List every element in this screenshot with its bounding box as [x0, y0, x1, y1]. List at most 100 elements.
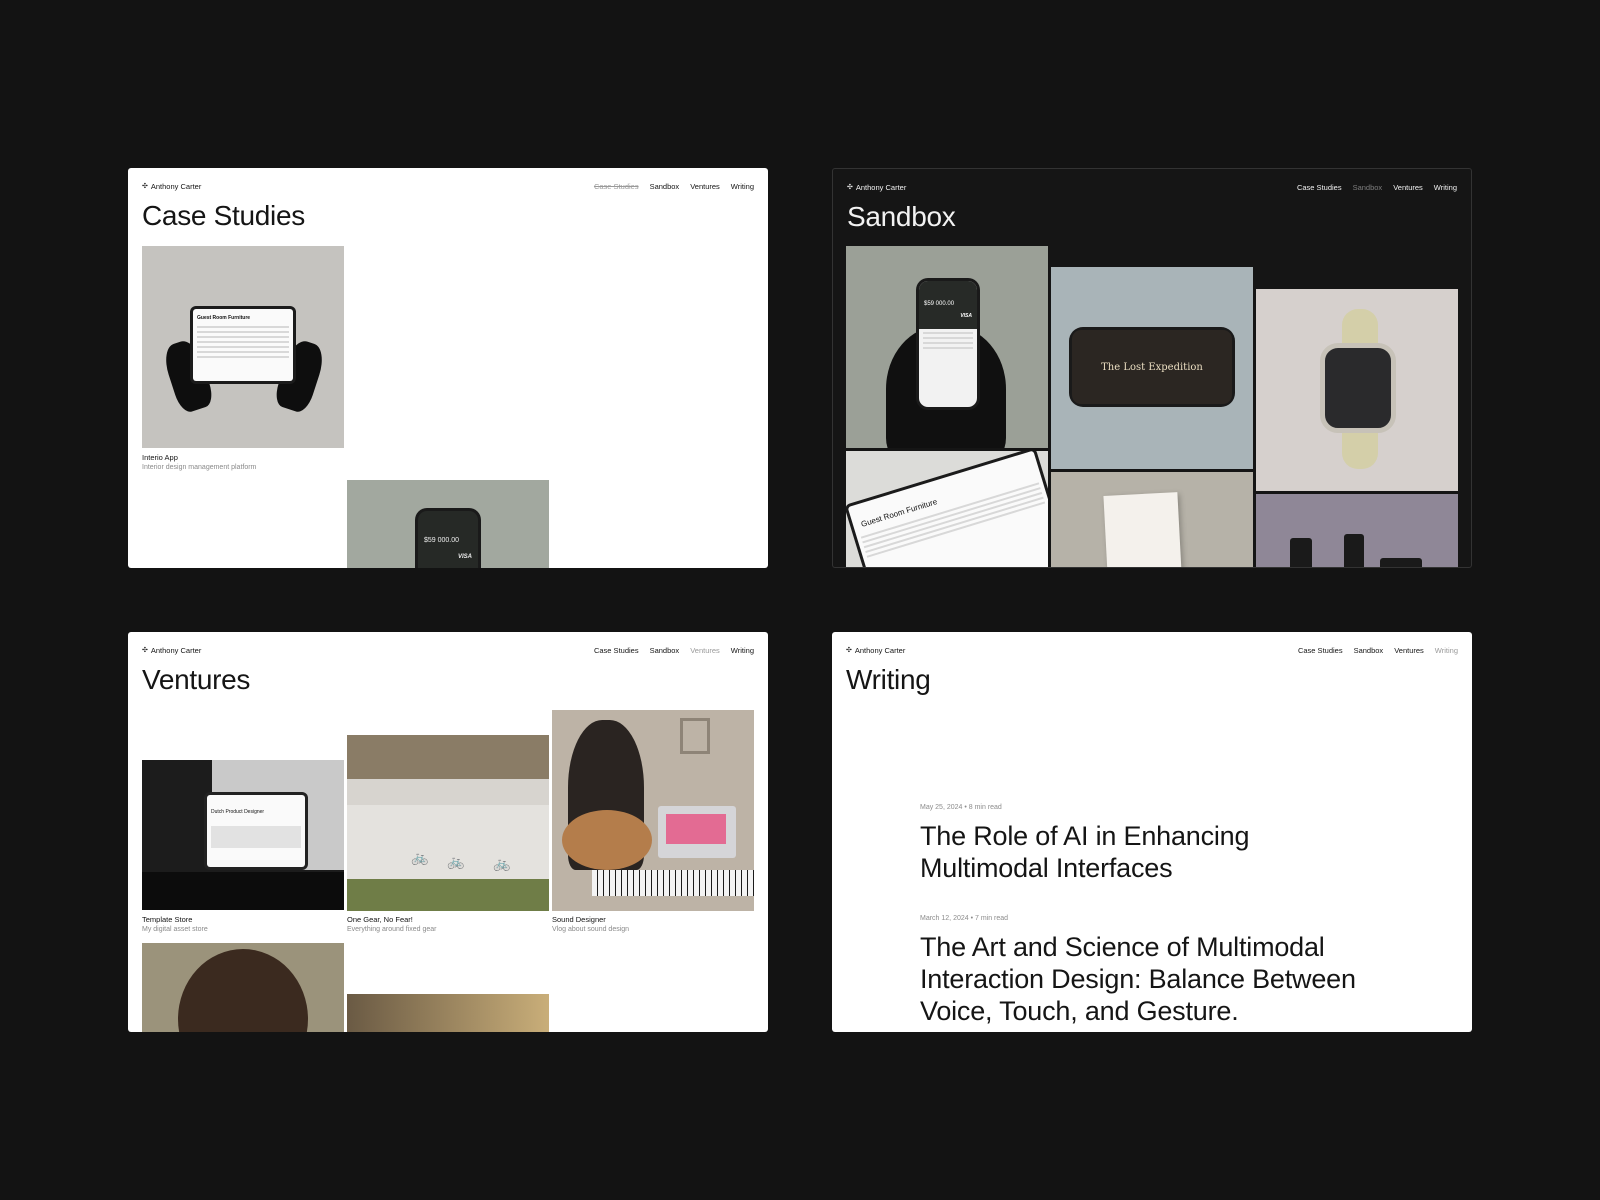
venture-thumbnail	[552, 710, 754, 911]
balance-amount: $59 000.00	[424, 537, 460, 544]
case-studies-page: ✣ Anthony Carter Case Studies Sandbox Ve…	[128, 168, 768, 568]
laptop-device: Dutch Product Designer	[204, 792, 308, 870]
plinth	[142, 872, 344, 910]
book-cover	[1103, 492, 1183, 567]
brand-name: Anthony Carter	[855, 182, 907, 192]
header: ✣ Anthony Carter Case Studies Sandbox Ve…	[847, 181, 1457, 193]
nav-sandbox[interactable]: Sandbox	[1354, 646, 1384, 655]
nav-writing[interactable]: Writing	[731, 182, 754, 191]
venture-thumbnail-warm[interactable]	[347, 994, 549, 1032]
cyclist-icon: 🚲	[447, 853, 465, 869]
nav-ventures[interactable]: Ventures	[690, 646, 720, 655]
article-title-link[interactable]: The Role of AI in Enhancing Multimodal I…	[920, 820, 1300, 884]
nav-ventures[interactable]: Ventures	[690, 182, 720, 191]
sparkle-icon: ✣	[142, 183, 148, 190]
article-meta: May 25, 2024 • 8 min read	[920, 804, 1002, 811]
face	[178, 949, 308, 1032]
frame-on-wall	[680, 718, 710, 754]
card-title: Sound Designer	[552, 915, 606, 924]
venture-card[interactable]: 🚲 🚲 🚲 One Gear, No Fear! Everything arou…	[347, 735, 549, 940]
guitar	[562, 810, 652, 870]
nav-case-studies[interactable]: Case Studies	[1297, 183, 1342, 192]
sparkle-icon: ✣	[847, 184, 853, 191]
header: ✣ Anthony Carter Case Studies Sandbox Ve…	[142, 180, 754, 192]
nav-writing[interactable]: Writing	[1434, 183, 1457, 192]
card-title: Interio App	[142, 453, 178, 462]
screen-heading: Dutch Product Designer	[211, 809, 265, 815]
nav-case-studies[interactable]: Case Studies	[1298, 646, 1343, 655]
phone-device: $59 000.00 VISA	[916, 278, 980, 410]
card-brand: VISA	[457, 554, 472, 560]
phone-device: $59 000.00 VISA	[415, 508, 481, 568]
nav-sandbox[interactable]: Sandbox	[650, 182, 680, 191]
sandbox-item-phone-hand[interactable]: $59 000.00 VISA	[846, 246, 1048, 448]
card-brand: VISA	[960, 313, 972, 319]
card-subtitle: Everything around fixed gear	[347, 926, 437, 933]
nav-writing[interactable]: Writing	[731, 646, 754, 655]
watch-face	[1320, 343, 1396, 433]
sandbox-item-watch[interactable]	[1256, 289, 1458, 491]
nav-case-studies[interactable]: Case Studies	[594, 182, 639, 191]
venture-card[interactable]: Sound Designer Vlog about sound design	[552, 710, 754, 940]
cyclist-icon: 🚲	[493, 855, 511, 871]
sparkle-icon: ✣	[142, 647, 148, 654]
sandbox-item-game[interactable]: The Lost Expedition	[1051, 267, 1253, 469]
cyclist-icon: 🚲	[411, 849, 429, 865]
main-nav: Case Studies Sandbox Ventures Writing	[1298, 646, 1458, 655]
keyboard	[592, 870, 754, 896]
nav-writing[interactable]: Writing	[1435, 646, 1458, 655]
card-subtitle: Vlog about sound design	[552, 926, 630, 933]
page-title: Case Studies	[142, 200, 305, 231]
nav-case-studies[interactable]: Case Studies	[594, 646, 639, 655]
nav-sandbox[interactable]: Sandbox	[1353, 183, 1383, 192]
brand-link[interactable]: ✣ Anthony Carter	[847, 183, 906, 192]
nav-ventures[interactable]: Ventures	[1393, 183, 1423, 192]
venture-thumbnail-portrait[interactable]	[142, 943, 344, 1032]
page-title: Ventures	[142, 664, 251, 695]
tablet-device: Guest Room Furniture	[846, 451, 1048, 567]
brand-name: Anthony Carter	[150, 645, 202, 655]
case-study-thumbnail: Guest Room Furniture	[142, 246, 344, 448]
card-title: One Gear, No Fear!	[347, 915, 413, 924]
brand-link[interactable]: ✣ Anthony Carter	[142, 182, 201, 191]
bottle	[1290, 538, 1312, 567]
brand-name: Anthony Carter	[854, 645, 906, 655]
article-meta: March 12, 2024 • 7 min read	[920, 915, 1009, 922]
screen-heading: Guest Room Furniture	[197, 315, 251, 321]
game-title: The Lost Expedition	[1101, 361, 1203, 373]
balance-amount: $59 000.00	[924, 301, 955, 307]
laptop	[658, 806, 736, 858]
sandbox-page: ✣ Anthony Carter Case Studies Sandbox Ve…	[832, 168, 1472, 568]
case-study-thumbnail: $59 000.00 VISA	[347, 480, 549, 568]
sandbox-item-tablet[interactable]: Guest Room Furniture	[846, 451, 1048, 567]
ventures-page: ✣ Anthony Carter Case Studies Sandbox Ve…	[128, 632, 768, 1032]
bottle	[1344, 534, 1364, 567]
brand-name: Anthony Carter	[150, 181, 202, 191]
nav-sandbox[interactable]: Sandbox	[650, 646, 680, 655]
card-title: Template Store	[142, 915, 193, 924]
card-subtitle: Interior design management platform	[142, 464, 257, 471]
case-study-card[interactable]: $59 000.00 VISA	[347, 480, 549, 568]
sandbox-item-book[interactable]	[1051, 472, 1253, 567]
sandbox-item-bottles[interactable]	[1256, 494, 1458, 567]
main-nav: Case Studies Sandbox Ventures Writing	[594, 646, 754, 655]
phone-landscape: The Lost Expedition	[1069, 327, 1235, 407]
page-title: Writing	[846, 664, 931, 695]
brand-link[interactable]: ✣ Anthony Carter	[846, 646, 905, 655]
nav-ventures[interactable]: Ventures	[1394, 646, 1424, 655]
venture-card[interactable]: Dutch Product Designer Template Store My…	[142, 760, 344, 940]
article-title-link[interactable]: The Art and Science of Multimodal Intera…	[920, 931, 1390, 1027]
venture-thumbnail: 🚲 🚲 🚲	[347, 735, 549, 911]
main-nav: Case Studies Sandbox Ventures Writing	[1297, 183, 1457, 192]
case-study-card[interactable]: Guest Room Furniture Interio App Interio…	[142, 246, 344, 476]
sparkle-icon: ✣	[846, 647, 852, 654]
jar	[1380, 558, 1422, 567]
card-subtitle: My digital asset store	[142, 926, 208, 933]
header: ✣ Anthony Carter Case Studies Sandbox Ve…	[142, 644, 754, 656]
writing-page: ✣ Anthony Carter Case Studies Sandbox Ve…	[832, 632, 1472, 1032]
tablet-device: Guest Room Furniture	[190, 306, 296, 384]
venture-thumbnail: Dutch Product Designer	[142, 760, 344, 910]
brand-link[interactable]: ✣ Anthony Carter	[142, 646, 201, 655]
main-nav: Case Studies Sandbox Ventures Writing	[594, 182, 754, 191]
header: ✣ Anthony Carter Case Studies Sandbox Ve…	[846, 644, 1458, 656]
